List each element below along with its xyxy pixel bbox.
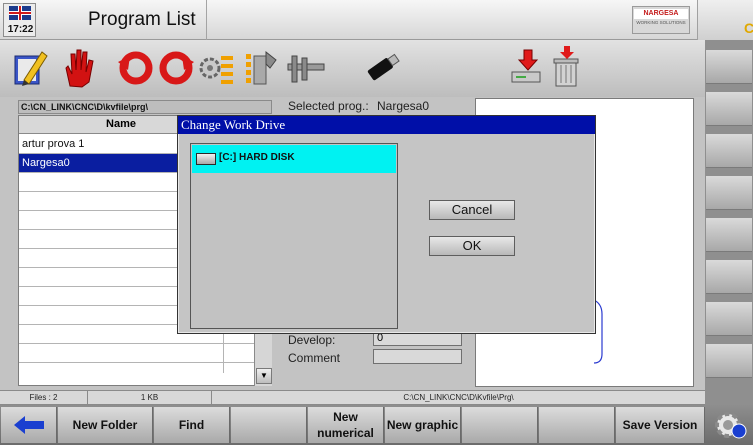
rail-button[interactable] bbox=[706, 176, 752, 210]
empty-row[interactable] bbox=[19, 344, 254, 363]
back-arrow-icon bbox=[13, 416, 44, 434]
change-work-drive-dialog: Change Work Drive [C:] HARD DISK Cancel … bbox=[177, 115, 596, 334]
program-list-screen: 17:22 Program List NARGESA WORKING SOLUT… bbox=[0, 0, 753, 445]
trash-can-icon[interactable] bbox=[546, 46, 586, 90]
rail-button[interactable] bbox=[706, 50, 752, 84]
title-bar: 17:22 Program List NARGESA WORKING SOLUT… bbox=[0, 0, 753, 40]
dialog-title: Change Work Drive bbox=[178, 116, 595, 134]
clock: 17:22 bbox=[7, 24, 34, 35]
language-selector[interactable]: 17:22 bbox=[3, 3, 36, 37]
rail-button[interactable] bbox=[706, 134, 752, 168]
rail-button[interactable] bbox=[706, 92, 752, 126]
empty-button[interactable] bbox=[539, 407, 615, 443]
drive-label: [C:] HARD DISK bbox=[219, 152, 295, 163]
ok-button[interactable]: OK bbox=[429, 236, 515, 256]
cancel-button[interactable]: Cancel bbox=[429, 200, 515, 220]
drive-list[interactable]: [C:] HARD DISK bbox=[190, 143, 398, 329]
page-title: Program List bbox=[88, 9, 196, 30]
save-version-button[interactable]: Save Version bbox=[616, 407, 705, 443]
scroll-down-arrow-icon[interactable]: ▼ bbox=[256, 368, 272, 384]
logo-brand: NARGESA bbox=[634, 9, 688, 19]
title-divider bbox=[206, 0, 207, 40]
find-button[interactable]: Find bbox=[154, 407, 230, 443]
rotate-left-icon[interactable] bbox=[116, 46, 156, 90]
import-drive-icon[interactable] bbox=[506, 46, 546, 90]
selected-prog-label: Selected prog.: bbox=[288, 99, 369, 113]
rail-button[interactable] bbox=[706, 302, 752, 336]
develop-label: Develop: bbox=[288, 333, 336, 347]
comment-field[interactable] bbox=[373, 349, 462, 364]
stop-hand-icon[interactable] bbox=[58, 46, 98, 90]
brand-logo: NARGESA WORKING SOLUTIONS bbox=[632, 6, 690, 34]
right-function-rail bbox=[705, 40, 753, 405]
uk-flag-icon bbox=[9, 6, 31, 20]
edge-indicator: C bbox=[744, 20, 753, 36]
edit-pencil-icon[interactable] bbox=[10, 46, 50, 90]
new-graphic-button[interactable]: New graphic bbox=[385, 407, 461, 443]
usb-stick-icon[interactable] bbox=[362, 46, 402, 90]
files-size: 1 KB bbox=[88, 391, 212, 404]
bottom-bar: New Folder Find New numerical New graphi… bbox=[0, 405, 753, 445]
rail-button[interactable] bbox=[706, 344, 752, 378]
gear-list-icon[interactable] bbox=[196, 46, 236, 90]
rail-button[interactable] bbox=[706, 260, 752, 294]
caliper-icon[interactable] bbox=[286, 46, 326, 90]
back-button[interactable] bbox=[1, 407, 57, 443]
new-numerical-button[interactable]: New numerical bbox=[308, 407, 384, 443]
selected-prog-value: Nargesa0 bbox=[377, 99, 430, 113]
toolbar bbox=[0, 40, 705, 97]
status-bar: Files : 2 1 KB C:\CN_LINK\CNC\D\Kvfile\P… bbox=[0, 390, 705, 405]
empty-button[interactable] bbox=[462, 407, 538, 443]
status-path: C:\CN_LINK\CNC\D\Kvfile\Prg\ bbox=[403, 393, 514, 402]
hard-disk-icon bbox=[196, 153, 216, 165]
rail-button[interactable] bbox=[706, 218, 752, 252]
settings-gear-icon[interactable] bbox=[713, 409, 747, 441]
comment-label: Comment bbox=[288, 351, 341, 365]
new-folder-button[interactable]: New Folder bbox=[58, 407, 153, 443]
rotate-right-icon[interactable] bbox=[156, 46, 196, 90]
empty-button[interactable] bbox=[231, 407, 307, 443]
current-path: C:\CN_LINK\CNC\D\kvfile\prg\ bbox=[18, 100, 272, 114]
files-count: Files : 2 bbox=[0, 391, 88, 404]
logo-tagline: WORKING SOLUTIONS bbox=[636, 20, 686, 25]
drive-item[interactable]: [C:] HARD DISK bbox=[192, 145, 396, 173]
tool-settings-icon[interactable] bbox=[240, 46, 280, 90]
